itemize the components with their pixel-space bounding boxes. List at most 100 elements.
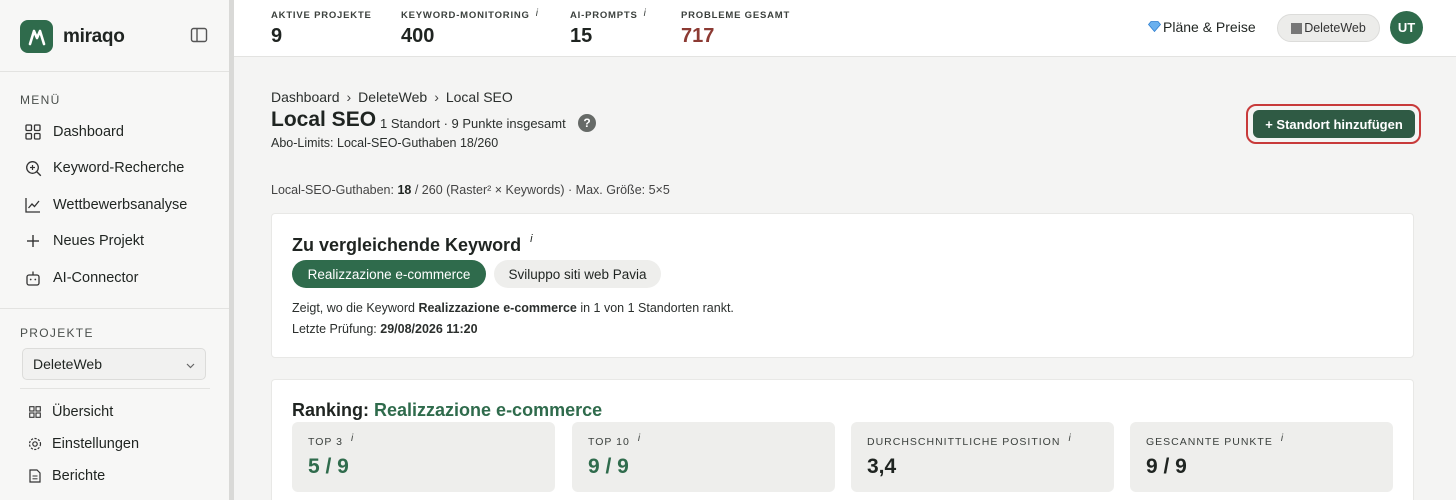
menu-label: MENÜ: [20, 93, 61, 107]
sidebar-divider: [0, 308, 229, 309]
project-select-value: DeleteWeb: [33, 356, 103, 372]
keyword-chip[interactable]: Sviluppo siti web Pavia: [494, 260, 661, 288]
info-icon[interactable]: i: [536, 8, 539, 19]
breadcrumb-separator: ›: [434, 89, 439, 105]
avatar[interactable]: UT: [1390, 11, 1423, 44]
credits-prefix: Local-SEO-Guthaben:: [271, 183, 398, 197]
last-check: Letzte Prüfung: 29/08/2026 11:20: [292, 322, 478, 336]
breadcrumb-item-dashboard[interactable]: Dashboard: [271, 89, 340, 105]
stat-active-projects: AKTIVE PROJEKTE 9: [271, 10, 372, 48]
add-location-button[interactable]: + Standort hinzufügen: [1253, 110, 1415, 138]
sidebar-item-dashboard[interactable]: Dashboard: [24, 123, 124, 141]
sidebar-item-label: Einstellungen: [52, 436, 140, 452]
sidebar-edge: [229, 0, 234, 500]
desc-prefix: Zeigt, wo die Keyword: [292, 301, 419, 315]
ranking-card: Ranking: Realizzazione e-commerce TOP 3 i…: [271, 379, 1414, 500]
workspace-label: DeleteWeb: [1304, 21, 1366, 35]
metric-scanned-points: GESCANNTE PUNKTE i 9 / 9: [1130, 422, 1393, 492]
workspace-button[interactable]: DeleteWeb: [1277, 14, 1380, 42]
chevron-down-icon: [186, 356, 195, 372]
subscription-limits: Abo-Limits: Local-SEO-Guthaben 18/260: [271, 136, 499, 150]
sidebar-item-label: Übersicht: [52, 404, 114, 420]
sidebar-toggle-icon[interactable]: [190, 26, 210, 46]
stat-label: AI-PROMPTS: [570, 10, 638, 21]
line-chart-icon: [24, 196, 42, 214]
ranking-title: Ranking: Realizzazione e-commerce: [292, 400, 602, 421]
metric-top3: TOP 3 i 5 / 9: [292, 422, 555, 492]
brand-name: miraqo: [63, 25, 125, 47]
sidebar-item-wettbewerbsanalyse[interactable]: Wettbewerbsanalyse: [24, 196, 187, 214]
compare-keyword-card: Zu vergleichende Keyword i Realizzazione…: [271, 213, 1414, 358]
search-plus-icon: [24, 159, 42, 177]
info-icon[interactable]: i: [1281, 433, 1284, 444]
page-title: Local SEO: [271, 108, 377, 131]
breadcrumb: Dashboard › DeleteWeb › Local SEO: [271, 89, 513, 105]
card-title: Zu vergleichende Keyword: [292, 235, 522, 255]
metric-label: DURCHSCHNITTLICHE POSITION: [867, 436, 1061, 448]
ranking-title-prefix: Ranking:: [292, 400, 375, 420]
sidebar-divider: [20, 388, 210, 389]
sidebar: miraqo MENÜ Dashboard Keyword-Recherche …: [0, 0, 229, 500]
sidebar-item-label: Berichte: [52, 468, 106, 484]
grid-small-icon: [28, 405, 42, 419]
plans-label: Pläne & Preise: [1163, 19, 1256, 35]
stat-value: 400: [401, 25, 435, 47]
ranking-keyword: Realizzazione e-commerce: [374, 400, 603, 420]
stat-ai-prompts: AI-PROMPTS i 15: [570, 8, 647, 48]
sidebar-item-neues-projekt[interactable]: Neues Projekt: [24, 232, 144, 250]
sidebar-item-label: Dashboard: [53, 124, 124, 140]
sidebar-item-keyword-recherche[interactable]: Keyword-Recherche: [24, 159, 184, 177]
info-icon[interactable]: i: [1068, 433, 1071, 444]
keyword-description: Zeigt, wo die Keyword Realizzazione e-co…: [292, 301, 734, 315]
plans-pricing-link[interactable]: Pläne & Preise: [1147, 19, 1256, 35]
project-select[interactable]: DeleteWeb: [22, 348, 206, 380]
gear-icon: [28, 437, 42, 451]
info-icon[interactable]: i: [530, 233, 532, 245]
metric-label: TOP 3: [308, 436, 343, 448]
stat-label: KEYWORD-MONITORING: [401, 10, 530, 21]
robot-icon: [24, 269, 42, 287]
stat-label: AKTIVE PROJEKTE: [271, 10, 372, 21]
stat-keyword-monitoring: KEYWORD-MONITORING i 400: [401, 8, 539, 48]
lastcheck-prefix: Letzte Prüfung:: [292, 322, 381, 336]
breadcrumb-item-project[interactable]: DeleteWeb: [358, 89, 427, 105]
sidebar-item-einstellungen[interactable]: Einstellungen: [28, 436, 139, 452]
brand[interactable]: miraqo: [20, 20, 125, 53]
sidebar-item-berichte[interactable]: Berichte: [28, 468, 105, 484]
page-meta: 1 Standort · 9 Punkte insgesamt: [380, 116, 566, 131]
sidebar-item-label: AI-Connector: [53, 270, 139, 286]
metric-top10: TOP 10 i 9 / 9: [572, 422, 835, 492]
desc-suffix: in 1 von 1 Standorten rankt.: [576, 301, 734, 315]
sidebar-item-label: Neues Projekt: [53, 233, 145, 249]
info-icon[interactable]: i: [638, 433, 641, 444]
metric-value: 9 / 9: [588, 455, 629, 478]
plus-icon: [24, 232, 42, 250]
breadcrumb-item-current: Local SEO: [445, 89, 513, 105]
sidebar-item-ai-connector[interactable]: AI-Connector: [24, 269, 138, 287]
stat-value: 9: [271, 25, 283, 47]
info-icon[interactable]: i: [351, 433, 354, 444]
stat-value: 717: [681, 25, 715, 47]
info-icon[interactable]: i: [644, 8, 647, 19]
diamond-icon: [1147, 19, 1162, 35]
keyword-chip-active[interactable]: Realizzazione e-commerce: [292, 260, 486, 288]
stat-problems-total: PROBLEME GESAMT 717: [681, 10, 790, 48]
credits-suffix: / 260 (Raster² × Keywords) · Max. Größe:…: [411, 183, 670, 197]
document-icon: [28, 469, 42, 483]
credits-info: Local-SEO-Guthaben: 18 / 260 (Raster² × …: [271, 183, 670, 197]
help-icon[interactable]: ?: [578, 114, 596, 132]
topbar: AKTIVE PROJEKTE 9 KEYWORD-MONITORING i 40…: [234, 0, 1456, 57]
desc-keyword: Realizzazione e-commerce: [418, 301, 577, 315]
sidebar-divider: [0, 71, 229, 72]
stat-label: PROBLEME GESAMT: [681, 10, 791, 21]
metric-value: 3,4: [867, 455, 897, 478]
breadcrumb-separator: ›: [346, 89, 352, 105]
grid-icon: [24, 123, 42, 141]
stat-value: 15: [570, 25, 593, 47]
sidebar-item-label: Wettbewerbsanalyse: [53, 197, 188, 213]
sidebar-item-label: Keyword-Recherche: [53, 160, 185, 176]
sidebar-item-uebersicht[interactable]: Übersicht: [28, 404, 113, 420]
workspace-icon: [1291, 22, 1303, 34]
metric-value: 9 / 9: [1146, 455, 1187, 478]
logo-icon: [20, 20, 53, 53]
